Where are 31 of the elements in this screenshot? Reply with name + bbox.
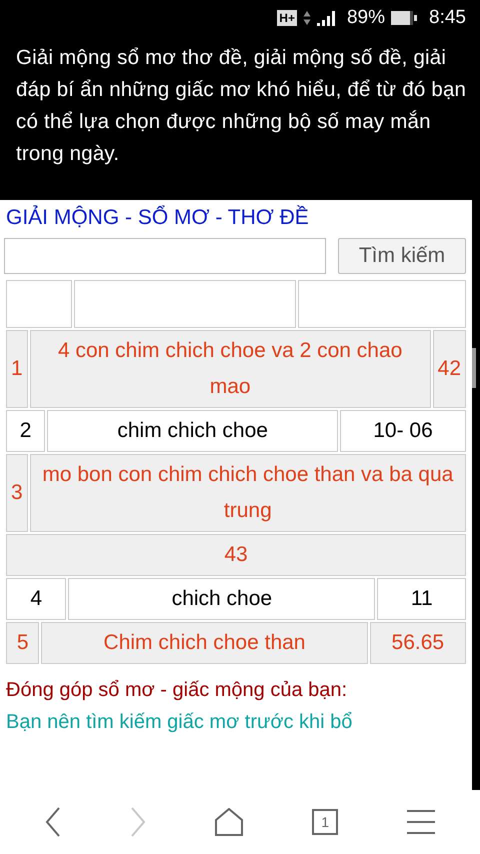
menu-icon[interactable] <box>407 810 436 834</box>
table-cell: 42 <box>432 330 466 408</box>
table-cell: 3 <box>6 454 28 532</box>
tabs-button[interactable]: 1 <box>312 809 338 835</box>
intro-text: Giải mộng sổ mơ thơ đề, giải mộng số đề, giải đáp bí ẩn những giấc mơ khó hiểu, để từ đó bạn có thể lựa chọn được những bộ số may mắn trong ngày. <box>16 45 468 167</box>
battery-percent: 89% <box>346 7 386 29</box>
table-cell: 4 <box>6 578 66 620</box>
table-cell: mo bon con chim chich choe than va ba qua trung <box>30 454 466 532</box>
table-cell: 10- 06 <box>340 410 466 452</box>
table-cell: 5 <box>6 622 40 664</box>
network-type-icon: H+ <box>277 10 297 26</box>
back-icon[interactable] <box>44 807 61 837</box>
table-cell: 11 <box>377 578 466 620</box>
data-arrows-icon <box>302 10 311 26</box>
contribute-text: Bạn nên tìm kiếm giấc mơ trước khi bổ <box>6 710 354 735</box>
table-cell: 4 con chim chich choe va 2 con chao mao <box>30 330 431 408</box>
battery-icon <box>391 10 420 26</box>
table-cell: 1 <box>6 330 28 408</box>
table-cell: chim chich choe <box>47 410 338 452</box>
search-field[interactable] <box>4 238 326 274</box>
table-cell: 56.65 <box>370 622 466 664</box>
table-cell: 43 <box>6 534 466 576</box>
contribute-heading: Đóng góp sổ mơ - giấc mộng của bạn: <box>6 678 348 703</box>
page-title: GIẢI MỘNG - SỔ MƠ - THƠ ĐỀ <box>6 206 310 230</box>
signal-icon <box>316 10 337 26</box>
table-cell: chich choe <box>68 578 376 620</box>
search-button[interactable]: Tìm kiếm <box>338 238 466 274</box>
clock: 8:45 <box>429 7 466 29</box>
table-cell: Chim chich choe than <box>41 622 368 664</box>
table-cell: 2 <box>6 410 46 452</box>
home-icon[interactable] <box>214 808 243 836</box>
